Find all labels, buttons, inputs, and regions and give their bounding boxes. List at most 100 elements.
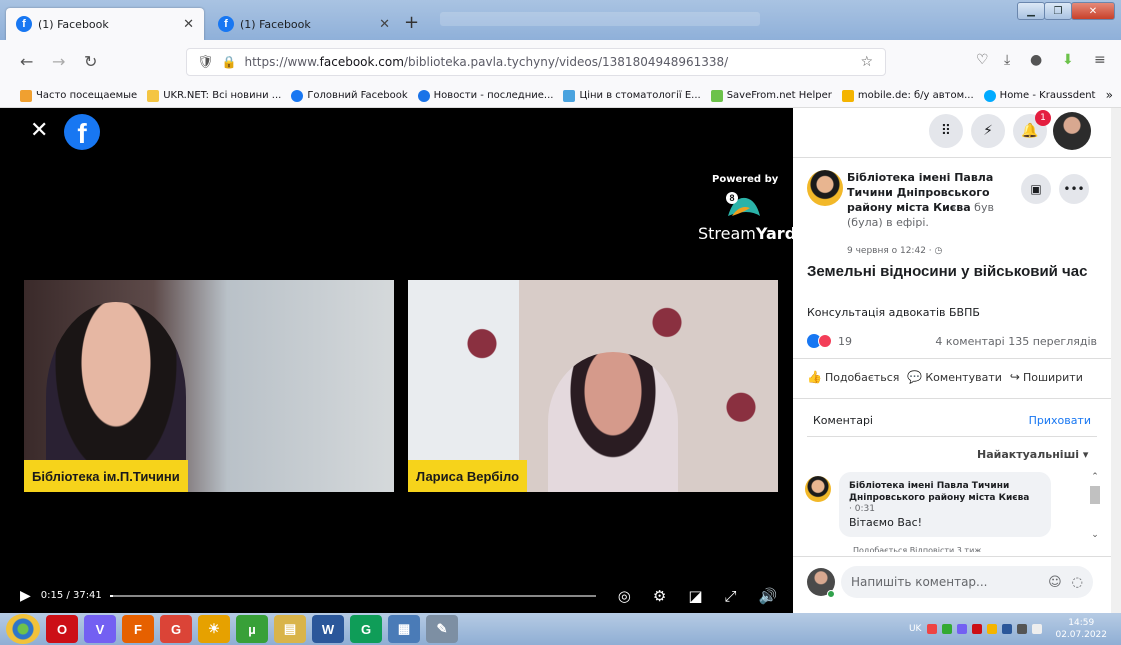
emoji-icon[interactable]: ☺ — [1048, 575, 1062, 590]
messenger-icon[interactable]: ⚡ — [971, 114, 1005, 148]
speaker-right-label: Лариса Вербіло — [408, 460, 528, 492]
bookmark-5[interactable]: SaveFrom.net Helper — [710, 89, 832, 102]
comments-views-stats[interactable]: 4 коментарі 135 переглядів — [935, 335, 1097, 348]
start-button[interactable] — [6, 614, 40, 644]
play-icon[interactable]: ▶ — [20, 588, 31, 604]
taskbar-app-explorer-icon[interactable]: ▤ — [274, 615, 306, 643]
save-bookmark-icon[interactable]: ▣ — [1021, 174, 1051, 204]
tray-network-icon[interactable] — [1017, 624, 1028, 634]
share-button[interactable]: ↪ Поширити — [1010, 370, 1083, 384]
facebook-favicon-icon: f — [218, 16, 234, 32]
reaction-count[interactable]: 19 — [838, 335, 852, 348]
taskbar-app-word-icon[interactable]: W — [312, 615, 344, 643]
comment-author-avatar[interactable] — [805, 476, 831, 502]
comments-scrollbar[interactable]: ⌃ ⌄ — [1089, 472, 1101, 552]
page-scrollbar[interactable] — [1111, 108, 1121, 613]
bookmarks-overflow-icon[interactable]: » — [1106, 88, 1113, 102]
window-close-button[interactable]: ✕ — [1071, 2, 1115, 20]
minimize-button[interactable]: ▁ — [1017, 2, 1045, 20]
video-stage[interactable]: Powered by 8 StreamYard Бібліотека ім.П.… — [0, 134, 796, 613]
taskbar-app-chrome-2-icon[interactable]: G — [350, 615, 382, 643]
taskbar-app-notepad-icon[interactable]: ✎ — [426, 615, 458, 643]
hide-comments-link[interactable]: Приховати — [1029, 414, 1091, 427]
extension-p-icon[interactable]: ● — [1030, 52, 1042, 68]
post-date[interactable]: 9 червня о 12:42 · ◷ — [847, 246, 942, 256]
lock-icon[interactable]: 🔒 — [222, 55, 237, 69]
bookmark-7[interactable]: Home - Kraussdent — [983, 89, 1095, 102]
maximize-button[interactable]: ❐ — [1044, 2, 1072, 20]
tab-close-icon[interactable]: ✕ — [183, 17, 194, 32]
comment-button[interactable]: 💬 Коментувати — [907, 370, 1001, 384]
tab-facebook-active[interactable]: f (1) Facebook ✕ — [6, 8, 204, 40]
menu-icon[interactable]: ≡ — [1094, 52, 1106, 68]
comment-bubble: Бібліотека імені Павла Тичини Дніпровськ… — [839, 472, 1051, 537]
reload-icon[interactable]: ↻ — [84, 52, 97, 71]
like-button[interactable]: 👍 Подобається — [807, 370, 899, 384]
sticker-icon[interactable]: ◌ — [1072, 575, 1083, 590]
scroll-down-icon[interactable]: ⌄ — [1089, 530, 1101, 540]
bookmarks-bar: Часто посещаемые UKR.NET: Всі новини ...… — [0, 84, 1121, 108]
bookmark-1[interactable]: UKR.NET: Всі новини ... — [147, 89, 281, 102]
taskbar-app-photos-icon[interactable]: ▦ — [388, 615, 420, 643]
volume-icon[interactable]: 🔊 — [759, 587, 778, 605]
video-progress-bar[interactable] — [109, 594, 596, 597]
pocket-icon[interactable]: ♡ — [976, 52, 989, 68]
new-tab-button[interactable]: + — [404, 14, 419, 32]
comment-sort-dropdown[interactable]: Найактуальніші ▾ — [977, 448, 1088, 461]
bookmark-0[interactable]: Часто посещаемые — [20, 89, 137, 102]
page-avatar[interactable] — [807, 170, 843, 206]
taskbar-app-firefox-icon[interactable]: F — [122, 615, 154, 643]
taskbar-clock[interactable]: 14:59 02.07.2022 — [1055, 617, 1107, 641]
video-time: 0:15 / 37:41 — [40, 590, 102, 601]
scroll-up-icon[interactable]: ⌃ — [1089, 472, 1101, 482]
fullscreen-icon[interactable]: ⤢ — [725, 587, 737, 605]
tray-volume-icon[interactable] — [1032, 624, 1043, 634]
bookmark-3[interactable]: Новости - последние... — [417, 89, 553, 102]
scroll-thumb[interactable] — [1090, 486, 1100, 504]
notifications-bell-icon[interactable]: 🔔 1 — [1013, 110, 1051, 148]
tab-facebook-inactive[interactable]: f (1) Facebook ✕ — [208, 8, 400, 40]
settings-gear-icon[interactable]: ⚙ — [653, 587, 666, 605]
tray-app-icon[interactable] — [1002, 624, 1013, 634]
tray-app-icon[interactable] — [927, 624, 938, 634]
comment-timestamp[interactable]: · 0:31 — [849, 504, 1041, 514]
facebook-logo-icon[interactable]: f — [64, 114, 100, 150]
tab-close-icon[interactable]: ✕ — [379, 17, 390, 32]
language-indicator[interactable]: UK — [909, 624, 922, 634]
bookmark-star-icon[interactable]: ☆ — [860, 54, 873, 70]
speaker-feed-left: Бібліотека ім.П.Тичини — [24, 280, 394, 492]
profile-avatar[interactable] — [1053, 112, 1091, 150]
close-video-icon[interactable]: ✕ — [30, 120, 48, 142]
miniplayer-icon[interactable]: ◪ — [688, 587, 702, 605]
savefrom-extension-icon[interactable]: ⬇ — [1062, 52, 1074, 68]
tray-app-icon[interactable] — [987, 624, 998, 634]
bookmark-4[interactable]: Ціни в стоматології Е... — [563, 89, 701, 102]
back-arrow-icon[interactable]: ← — [20, 52, 33, 71]
system-tray: UK 14:59 02.07.2022 — [909, 613, 1121, 645]
divider — [793, 398, 1111, 399]
comment-input[interactable]: Напишіть коментар... ☺ ◌ — [841, 566, 1093, 598]
bookmark-2[interactable]: Головний Facebook — [291, 89, 408, 102]
tray-viber-icon[interactable] — [957, 624, 968, 634]
tray-app-icon[interactable] — [942, 624, 953, 634]
taskbar-app-utorrent-icon[interactable]: µ — [236, 615, 268, 643]
love-reaction-icon[interactable] — [818, 334, 832, 348]
download-icon[interactable]: ⤓ — [1004, 52, 1010, 68]
taskbar-app-viber-icon[interactable]: V — [84, 615, 116, 643]
taskbar-app-opera-icon[interactable]: O — [46, 615, 78, 643]
comment-author[interactable]: Бібліотека імені Павла Тичини Дніпровськ… — [849, 480, 1041, 504]
taskbar-app-app-yellow-icon[interactable]: ☀ — [198, 615, 230, 643]
captions-icon[interactable]: ◎ — [618, 587, 631, 605]
shield-icon[interactable]: 🛡 — [197, 55, 214, 70]
more-options-icon[interactable]: ••• — [1059, 174, 1089, 204]
forward-arrow-icon[interactable]: → — [52, 52, 65, 71]
url-bar[interactable]: 🛡 🔒 https://www.facebook.com/biblioteka.… — [186, 48, 886, 76]
taskbar-app-chrome-1-icon[interactable]: G — [160, 615, 192, 643]
menu-grid-icon[interactable]: ⠿ — [929, 114, 963, 148]
bookmark-6[interactable]: mobile.de: б/у автом... — [841, 89, 974, 102]
tab-title: (1) Facebook — [240, 17, 311, 31]
divider — [793, 556, 1111, 557]
comment-actions[interactable]: Подобається Відповісти 3 тиж. — [853, 546, 984, 552]
post-actions: 👍 Подобається 💬 Коментувати ↪ Поширити — [807, 370, 1111, 384]
tray-opera-icon[interactable] — [972, 624, 983, 634]
